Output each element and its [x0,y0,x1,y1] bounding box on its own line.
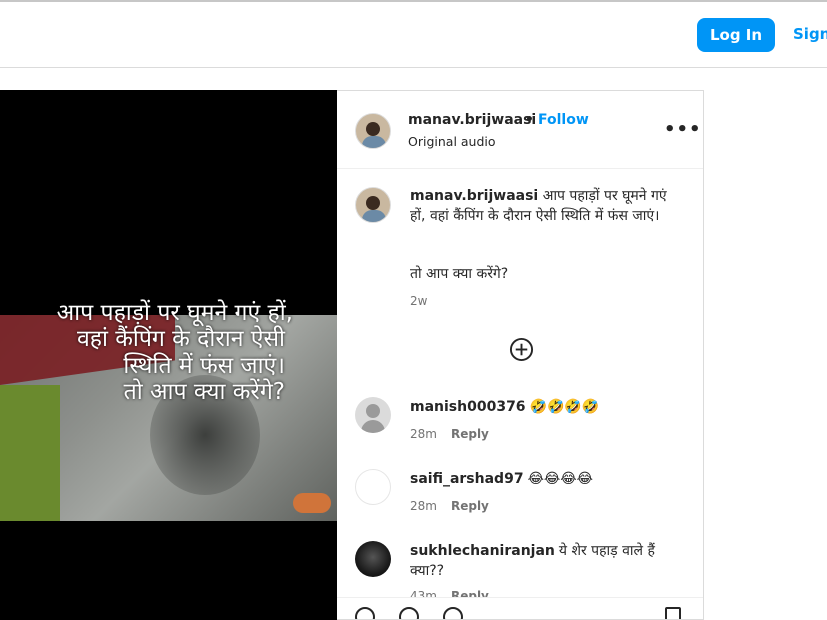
overlay-line: आप पहाड़ों पर घूमने गएं हों, [56,300,293,326]
comment-icon[interactable] [399,607,419,619]
comment-meta: 28m Reply [410,427,489,441]
overlay-line: स्थिति में फंस जाएं। [123,352,285,379]
commenter-avatar[interactable] [355,469,391,505]
login-button[interactable]: Log In [697,18,775,52]
comment-time: 28m [410,499,437,513]
overlay-line: तो आप क्या करेंगे? [123,379,285,406]
save-icon[interactable] [665,607,681,619]
caption-author-avatar[interactable] [355,187,391,223]
comment-time: 28m [410,427,437,441]
caption-username[interactable]: manav.brijwaasi [410,188,538,204]
commenter-avatar[interactable] [355,541,391,577]
caption-timestamp: 2w [410,294,428,308]
comment-username[interactable]: manish000376 [410,399,526,415]
comment-username[interactable]: saifi_arshad97 [410,471,524,487]
post-side-panel: manav.brijwaasi • Follow Original audio … [337,90,704,620]
share-icon[interactable] [443,607,463,619]
caption-question: तो आप क्या करेंगे? [410,266,509,282]
post-header: manav.brijwaasi • Follow Original audio … [337,91,703,169]
top-navigation-bar: Log In Sign [0,2,827,68]
signup-link[interactable]: Sign [793,25,827,43]
audio-label[interactable]: Original audio [408,134,496,149]
comment: manish000376 🤣🤣🤣🤣 [410,397,599,417]
comment-username[interactable]: sukhlechaniranjan [410,543,555,559]
load-more-comments-icon[interactable] [509,337,534,362]
reply-button[interactable]: Reply [451,427,489,441]
follow-button[interactable]: Follow [538,112,589,128]
like-icon[interactable] [355,607,375,619]
author-avatar[interactable] [355,113,391,149]
more-options-icon[interactable]: ••• [664,119,702,140]
separator-dot: • [525,112,534,128]
reply-button[interactable]: Reply [451,499,489,513]
video-overlay-text: आप पहाड़ों पर घूमने गएं हों, वहां कैंपिं… [0,300,337,406]
author-username[interactable]: manav.brijwaasi [408,112,536,128]
commenter-avatar[interactable] [355,397,391,433]
comment: sukhlechaniranjan ये शेर पहाड़ वाले हैं क… [410,541,672,581]
comment-text: 😂😂😂😂 [527,471,593,487]
post-caption: manav.brijwaasi आप पहाड़ों पर घूमने गएं … [410,186,675,226]
action-bar [337,597,703,619]
overlay-line: वहां कैंपिंग के दौरान ऐसी [76,326,285,353]
comment-text: 🤣🤣🤣🤣 [529,399,600,415]
comment-meta: 28m Reply [410,499,489,513]
post-video[interactable]: आप पहाड़ों पर घूमने गएं हों, वहां कैंपिं… [0,90,337,620]
comment: saifi_arshad97 😂😂😂😂 [410,469,593,489]
